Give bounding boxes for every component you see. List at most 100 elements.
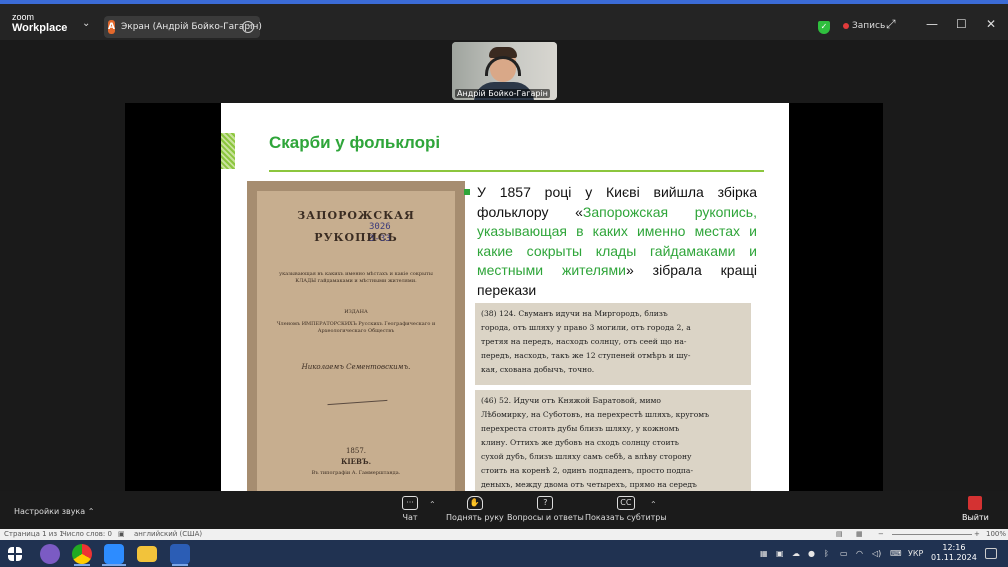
- scan-line: третяя на передъ, насходъ солнцу, отъ се…: [481, 337, 687, 346]
- chat-options-caret-icon[interactable]: ⌃: [429, 500, 436, 509]
- scan-line: (38) 124. Свуманъ идучи на Миргородъ, бл…: [481, 309, 668, 318]
- more-options-icon[interactable]: ···: [242, 21, 254, 33]
- scan-line: деныхъ, между двома отъ четырехъ, прямо …: [481, 480, 697, 489]
- language-indicator[interactable]: английский (США): [134, 529, 202, 540]
- presentation-slide: Скарби у фольклорі ЗАПОРОЖСКАЯ РУКОПИСЬ …: [221, 103, 789, 491]
- tray-zoom-icon[interactable]: ●: [808, 549, 815, 558]
- input-language[interactable]: УКР: [908, 549, 923, 558]
- tray-cloud-icon[interactable]: ☁: [792, 549, 800, 558]
- bluetooth-icon[interactable]: ᛒ: [824, 549, 829, 558]
- scan-excerpt-2-text: (46) 52. Идучи отъ Княжой Баратовой, мим…: [481, 394, 745, 491]
- chrome-icon[interactable]: [72, 544, 92, 564]
- book-published: ИЗДАНА: [344, 309, 368, 315]
- raise-hand-button[interactable]: ✋ Поднять руку: [446, 496, 504, 522]
- exit-button[interactable]: Выйти: [962, 496, 989, 522]
- sharer-avatar: A: [108, 20, 115, 34]
- audio-settings-label: Настройки звука: [14, 507, 86, 516]
- captions-label: Показать субтитры: [585, 513, 667, 522]
- screen: zoom Workplace ⌄ A Экран (Андрій Бойко-Г…: [0, 0, 1008, 567]
- zoom-out-icon[interactable]: −: [878, 529, 884, 540]
- book-author: Николаемъ Сементовскимъ.: [301, 363, 411, 371]
- book-title-line1: ЗАПОРОЖСКАЯ: [297, 209, 415, 222]
- windows-start-icon[interactable]: [8, 547, 22, 561]
- zoom-icon[interactable]: [104, 544, 124, 564]
- shield-icon[interactable]: ✓: [818, 21, 830, 34]
- captions-options-caret-icon[interactable]: ⌃: [650, 500, 657, 509]
- word-active-indicator: [172, 564, 188, 566]
- raise-hand-label: Поднять руку: [446, 513, 504, 522]
- word-icon[interactable]: [170, 544, 190, 564]
- screen-share-label: Экран (Андрій Бойко-Гагарін): [120, 22, 262, 32]
- system-clock[interactable]: 12:16 01.11.2024: [931, 543, 977, 563]
- scan-line: клину. Оттихъ же дубовъ на сходъ солнцу …: [481, 438, 679, 447]
- chevron-down-icon[interactable]: ⌄: [82, 18, 90, 29]
- tray-apps-icon[interactable]: ▦: [760, 549, 768, 558]
- record-dot-icon: [843, 23, 849, 29]
- qa-button[interactable]: ? Вопросы и ответы: [507, 496, 584, 522]
- page-count[interactable]: Страница 1 из 1: [4, 529, 64, 540]
- minimize-icon[interactable]: —: [926, 17, 938, 31]
- qa-label: Вопросы и ответы: [507, 513, 584, 522]
- scan-excerpt-1: (38) 124. Свуманъ идучи на Миргородъ, бл…: [475, 303, 751, 385]
- scan-line: передъ, насходъ, такъ же 12 ступеней отм…: [481, 351, 691, 360]
- tray-folder-icon[interactable]: ▣: [776, 549, 784, 558]
- scan-excerpt-2: (46) 52. Идучи отъ Княжой Баратовой, мим…: [475, 390, 751, 491]
- slide-title: Скарби у фольклорі: [269, 133, 441, 152]
- tray-camera-icon[interactable]: ▭: [840, 549, 848, 558]
- slide-bullet: У 1857 році у Києві вийшла збірка фолькл…: [464, 183, 757, 300]
- maximize-icon[interactable]: ☐: [956, 17, 967, 31]
- zoom-level[interactable]: 100%: [986, 529, 1006, 540]
- scan-line: города, отъ шляху у право 3 могили, отъ …: [481, 323, 691, 332]
- close-icon[interactable]: ✕: [986, 17, 996, 31]
- book-city: КІЕВЪ.: [340, 457, 372, 466]
- cc-icon: CC: [616, 496, 635, 510]
- book-printer: Въ типографіи А. Гаммерштанда.: [311, 470, 401, 476]
- screen-share-indicator[interactable]: A Экран (Андрій Бойко-Гагарін) ···: [104, 16, 262, 38]
- file-explorer-icon[interactable]: [137, 546, 157, 562]
- bullet-icon: [464, 189, 470, 195]
- scan-line: (46) 52. Идучи отъ Княжой Баратовой, мим…: [481, 396, 661, 405]
- scan-excerpt-1-text: (38) 124. Свуманъ идучи на Миргородъ, бл…: [481, 307, 745, 377]
- keyboard-icon[interactable]: ⌨: [890, 549, 902, 558]
- clock-time: 12:16: [942, 543, 966, 552]
- zoom-title-bar: zoom Workplace ⌄ A Экран (Андрій Бойко-Г…: [0, 0, 1008, 40]
- zoom-logo: zoom Workplace: [12, 12, 67, 34]
- book-title-line2: РУКОПИСЬ: [314, 231, 398, 244]
- print-layout-icon[interactable]: ▦: [856, 529, 863, 540]
- scan-line: кая, схована добычъ, точно.: [481, 365, 595, 374]
- chat-label: Чат: [402, 513, 418, 522]
- participant-video-tile[interactable]: Андрій Бойко-Гагарін: [452, 42, 557, 100]
- speaker-icon[interactable]: ◁): [872, 549, 881, 558]
- book-handwritten-number: 3026 3-33: [369, 222, 391, 244]
- zoom-slider[interactable]: [892, 534, 972, 535]
- zoom-active-indicator: [102, 564, 126, 566]
- viber-icon[interactable]: [40, 544, 60, 564]
- question-icon: ?: [537, 496, 554, 510]
- clock-date: 01.11.2024: [931, 553, 977, 562]
- wifi-icon[interactable]: ◠: [856, 549, 863, 558]
- hand-icon: ✋: [466, 496, 483, 510]
- zoom-in-icon[interactable]: +: [974, 529, 980, 540]
- recording-indicator[interactable]: Запись: [843, 21, 885, 31]
- read-mode-icon[interactable]: ▤: [836, 529, 843, 540]
- chevron-up-icon: ⌃: [87, 507, 95, 516]
- exit-icon: [968, 496, 983, 510]
- word-status-bar: Страница 1 из 1 Число слов: 0 ▣ английск…: [0, 529, 1008, 540]
- fullscreen-icon[interactable]: ⤢: [886, 17, 896, 32]
- scan-line: стоить на коренѣ 2, одинъ подпаденъ, про…: [481, 466, 694, 475]
- windows-taskbar: ▦ ▣ ☁ ● ᛒ ▭ ◠ ◁) ⌨ УКР 12:16 01.11.2024: [0, 540, 1008, 567]
- title-underline: [269, 170, 764, 172]
- recording-label: Запись: [852, 21, 886, 31]
- slide-decoration: [221, 133, 235, 169]
- book-signature: [326, 386, 388, 406]
- zoom-logo-line2: Workplace: [12, 22, 68, 34]
- word-count[interactable]: Число слов: 0: [62, 529, 112, 540]
- proofing-icon[interactable]: ▣: [118, 529, 125, 540]
- chrome-active-indicator: [74, 564, 90, 566]
- audio-settings-button[interactable]: Настройки звука ⌃: [14, 507, 94, 516]
- notification-icon[interactable]: [985, 548, 997, 559]
- zoom-toolbar: Настройки звука ⌃ ··· Чат ⌃ ✋ Поднять ру…: [0, 491, 1008, 529]
- book-page: ЗАПОРОЖСКАЯ РУКОПИСЬ указывающая въ каки…: [257, 191, 455, 491]
- chat-button[interactable]: ··· Чат: [402, 496, 418, 522]
- chat-icon: ···: [402, 496, 418, 510]
